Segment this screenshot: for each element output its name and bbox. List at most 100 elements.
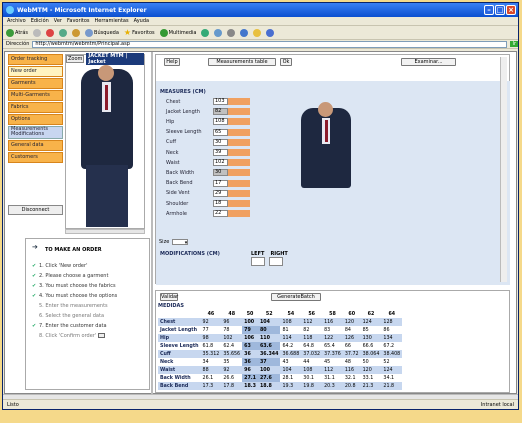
confirm-order-icon[interactable] — [98, 333, 106, 338]
help-button[interactable]: Help — [164, 58, 180, 66]
measure-adjust-cell[interactable] — [228, 128, 250, 136]
measure-adjust-cell[interactable] — [228, 169, 250, 177]
maximize-icon[interactable]: □ — [495, 5, 505, 15]
nav-garments[interactable]: Garments — [8, 78, 63, 89]
table-cell: 104 — [257, 318, 281, 326]
measure-input[interactable]: 39 — [213, 149, 228, 156]
step-text: 2. Please choose a garment — [39, 273, 109, 279]
history-icon[interactable] — [201, 28, 210, 37]
measurements-table-button[interactable]: Measurements table — [208, 58, 276, 66]
nav-measurements[interactable]: Measurements Modifications — [8, 126, 63, 139]
validate-button[interactable]: Validar — [160, 293, 178, 301]
nav-fabrics[interactable]: Fabrics — [8, 102, 63, 113]
preview-scrollbar[interactable] — [65, 229, 145, 234]
table-row: Chest 92 96 100 104 108 112 116 120 124 128 — [158, 318, 403, 326]
edit-icon[interactable] — [240, 28, 249, 37]
measure-adjust-cell[interactable] — [228, 138, 250, 146]
measure-input[interactable]: 108 — [213, 118, 228, 126]
left-modification-input[interactable] — [251, 257, 265, 266]
measure-adjust-cell[interactable] — [228, 210, 250, 218]
minimize-icon[interactable]: – — [484, 5, 494, 15]
table-cell: 45 — [324, 359, 331, 365]
step-text: 7. Enter the customer data — [39, 323, 107, 329]
back-button[interactable]: Atrás — [6, 28, 28, 37]
measure-label: Sleeve Length — [166, 129, 202, 136]
size-header: 62 — [367, 311, 375, 317]
measure-input[interactable]: 30 — [213, 138, 228, 146]
splitter[interactable] — [151, 52, 153, 395]
measure-label: Back Width — [166, 169, 195, 176]
measure-adjust-cell[interactable] — [228, 108, 250, 116]
table-cell: 81 — [282, 327, 289, 333]
nav-new-order[interactable]: New order — [8, 66, 63, 77]
measure-adjust-cell[interactable] — [228, 200, 250, 207]
check-icon: ✔ — [32, 293, 37, 299]
measure-input[interactable]: 30 — [213, 169, 228, 177]
measure-adjust-cell[interactable] — [228, 179, 250, 187]
measure-adjust-cell[interactable] — [228, 149, 250, 156]
measures-form: MEASURES (CM) Chest 103 Jacket Length 82 Hip… — [156, 81, 510, 285]
measure-input[interactable]: 29 — [213, 189, 228, 197]
measure-input[interactable]: 102 — [213, 159, 228, 167]
table-cell: 43 — [282, 359, 289, 365]
right-modification-input[interactable] — [269, 257, 283, 266]
row-header: Back Bend — [158, 382, 201, 390]
nav-options[interactable]: Options — [8, 114, 63, 125]
table-cell: 34.1 — [383, 375, 395, 381]
size-table: 46 48 50 52 54 56 58 60 62 64 Chest 92 96 100 104 108 11… — [158, 310, 403, 390]
measure-input[interactable]: 65 — [213, 128, 228, 136]
table-cell: 116 — [342, 366, 361, 374]
measure-adjust-cell[interactable] — [228, 118, 250, 126]
menu-ayuda[interactable]: Ayuda — [134, 18, 149, 24]
nav-customers[interactable]: Customers — [8, 152, 63, 163]
model-head — [98, 65, 114, 81]
search-button[interactable]: Búsqueda — [85, 28, 119, 37]
table-cell: 27.1 — [242, 374, 258, 382]
address-input[interactable]: http://webmtm/webmtm/Principal.asp — [32, 40, 508, 48]
nav-order-tracking[interactable]: Order tracking — [8, 54, 63, 65]
measure-input[interactable]: 18 — [213, 200, 228, 207]
size-select[interactable]: ▾ — [172, 239, 189, 246]
refresh-icon[interactable] — [59, 28, 68, 37]
mail-icon[interactable] — [214, 28, 223, 37]
disconnect-button[interactable]: Disconnect — [8, 205, 63, 215]
stop-icon[interactable] — [46, 28, 55, 37]
close-icon[interactable]: × — [506, 5, 516, 15]
forward-arrow-icon[interactable] — [33, 28, 42, 37]
multimedia-button[interactable]: Multimedia — [159, 28, 196, 37]
ok-button[interactable]: Ok — [280, 58, 292, 66]
size-header: 50 — [246, 311, 254, 317]
measure-input[interactable]: 22 — [213, 210, 228, 218]
generate-batch-button[interactable]: GenerateBatch — [271, 293, 321, 301]
go-button[interactable]: Ir — [510, 41, 518, 47]
menu-edicion[interactable]: Edición — [31, 18, 49, 24]
zoom-button[interactable]: Zoom — [66, 55, 85, 63]
menu-archivo[interactable]: Archivo — [7, 18, 26, 24]
menu-ver[interactable]: Ver — [54, 18, 62, 24]
nav-general-data[interactable]: General data — [8, 140, 63, 151]
table-cell: 124 — [381, 366, 403, 374]
measures-scrollbar[interactable] — [500, 57, 507, 282]
table-row: Hip 98 102 106 110 114 118 122 126 130 134 — [158, 334, 403, 342]
measure-adjust-cell[interactable] — [228, 189, 250, 197]
menu-favoritos[interactable]: Favoritos — [67, 18, 90, 24]
table-row: Jacket Length 77 78 79 80 81 82 83 84 85 86 — [158, 326, 402, 334]
print-icon[interactable] — [227, 28, 236, 37]
status-bar: Listo Intranet local — [3, 399, 518, 409]
table-cell: 52 — [383, 359, 390, 365]
measure-adjust-cell[interactable] — [228, 98, 250, 105]
size-label: Size — [159, 239, 170, 245]
measure-row: Back Width 30 — [166, 169, 250, 177]
favorites-button[interactable]: ★ Favoritos — [124, 28, 155, 37]
folder-icon[interactable] — [253, 28, 262, 37]
home-icon[interactable] — [72, 28, 81, 37]
measure-adjust-cell[interactable] — [228, 159, 250, 167]
measure-input[interactable]: 17 — [213, 179, 228, 187]
check-icon: ✔ — [32, 283, 37, 289]
nav-multi-garments[interactable]: Multi-Garments — [8, 90, 63, 101]
examine-button[interactable]: Examinar... — [401, 58, 456, 66]
messenger-icon[interactable] — [266, 28, 275, 37]
menu-herramientas[interactable]: Herramientas — [95, 18, 129, 24]
measure-input[interactable]: 82 — [213, 108, 228, 116]
measure-input[interactable]: 103 — [213, 98, 228, 105]
